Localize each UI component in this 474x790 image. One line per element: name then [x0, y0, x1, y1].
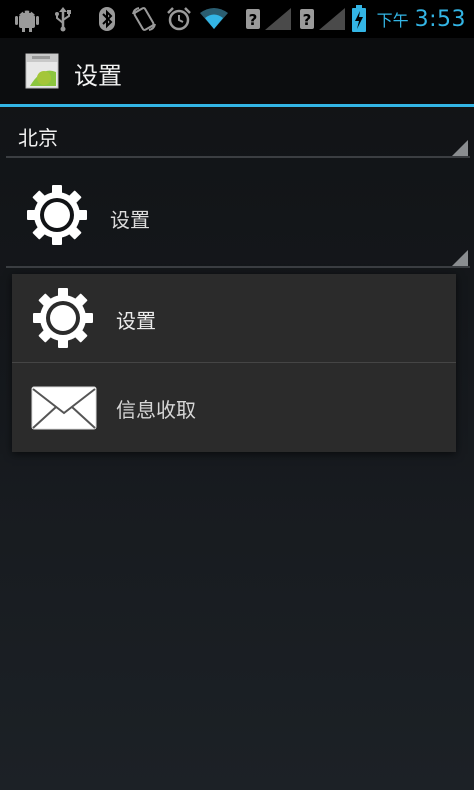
battery-charging-icon: [350, 5, 368, 32]
bluetooth-icon: [96, 6, 118, 32]
spinner-dropdown: 设置 信息收取: [12, 274, 456, 452]
clock: 下午 3:53: [377, 4, 466, 34]
svg-text:?: ?: [249, 11, 258, 29]
dropdown-item-messages[interactable]: 信息收取: [12, 363, 456, 451]
status-bar: ? ? 下午 3:53: [0, 0, 474, 38]
gear-icon: [26, 184, 88, 246]
usb-icon: [52, 6, 74, 32]
action-bar: 设置: [0, 38, 474, 104]
envelope-icon: [30, 385, 98, 431]
android-app-icon[interactable]: [24, 52, 60, 90]
rotate-icon: [130, 6, 158, 32]
signal-no-sim-icon: ?: [244, 6, 294, 32]
dropdown-item-label: 设置: [116, 309, 156, 333]
dropdown-item-settings[interactable]: 设置: [12, 274, 456, 362]
signal-no-sim-icon: ?: [298, 6, 348, 32]
spinner-underline: [6, 266, 470, 268]
android-debug-icon: [14, 6, 40, 32]
action-bar-divider: [0, 104, 474, 107]
wifi-icon: [198, 6, 230, 32]
page-title: 设置: [74, 62, 122, 90]
city-spinner-value: 北京: [18, 126, 58, 150]
dropdown-item-label: 信息收取: [116, 398, 196, 422]
spinner-arrow-icon: [452, 140, 468, 156]
city-spinner[interactable]: 北京: [6, 110, 470, 158]
spinner-arrow-icon: [452, 250, 468, 266]
gear-icon: [32, 287, 94, 349]
spinner-underline: [6, 156, 470, 158]
function-spinner-value: 设置: [110, 208, 150, 232]
svg-text:?: ?: [303, 11, 312, 29]
alarm-icon: [166, 6, 192, 32]
clock-period: 下午: [376, 11, 409, 30]
function-spinner[interactable]: 设置: [6, 160, 470, 268]
clock-time: 3:53: [414, 6, 466, 32]
